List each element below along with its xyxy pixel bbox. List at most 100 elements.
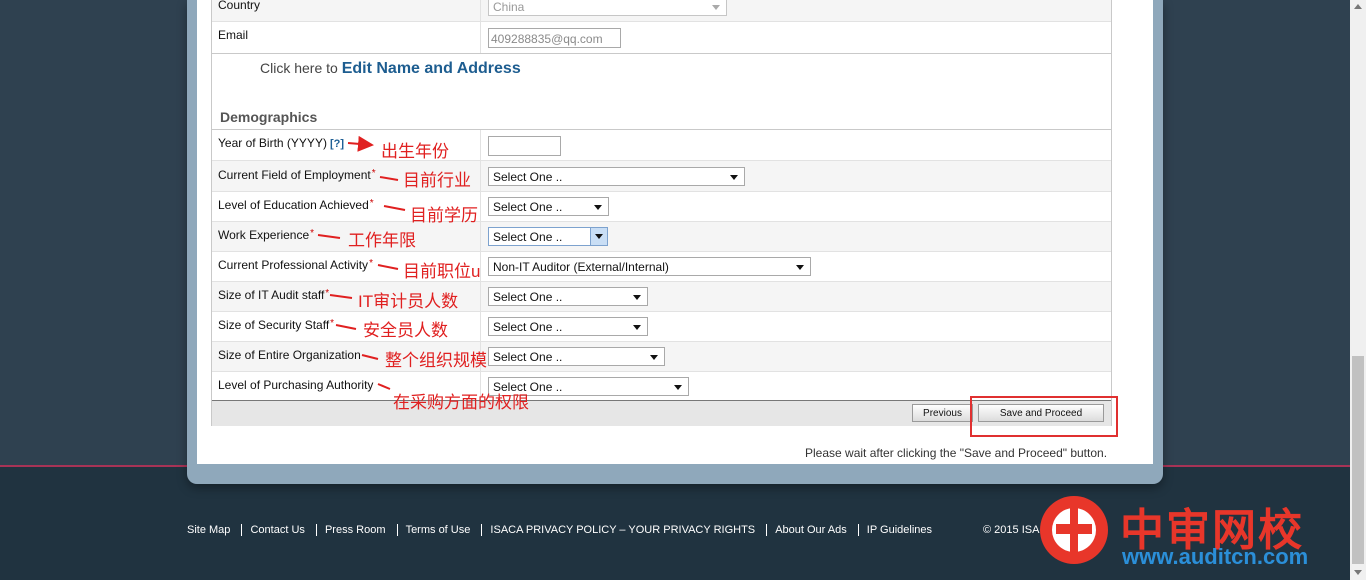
save-wait-note: Please wait after clicking the "Save and… — [805, 446, 1108, 460]
select-value: Select One .. — [493, 350, 563, 364]
cell-divider — [480, 312, 481, 341]
purchasing-authority-label: Level of Purchasing Authority — [218, 378, 374, 392]
it-audit-staff-label: Size of IT Audit staff* — [218, 288, 329, 302]
work-experience-select[interactable]: Select One .. — [488, 227, 608, 246]
field-of-employment-label: Current Field of Employment* — [218, 168, 376, 182]
footer-link-privacy-policy[interactable]: ISACA PRIVACY POLICY – YOUR PRIVACY RIGH… — [481, 524, 764, 536]
cell-divider — [480, 22, 481, 53]
it-audit-staff-select[interactable]: Select One .. — [488, 287, 648, 306]
security-staff-select[interactable]: Select One .. — [488, 317, 648, 336]
select-value: Non-IT Auditor (External/Internal) — [493, 260, 669, 274]
select-value: Select One .. — [493, 320, 563, 334]
annotation-note: IT审计员人数 — [358, 292, 459, 311]
field-label: Current Field of Employment — [218, 168, 371, 182]
field-of-employment-select[interactable]: Select One .. — [488, 167, 745, 186]
annotation-note: 工作年限 — [348, 231, 416, 250]
annotation-note: 目前行业 — [403, 171, 471, 190]
vertical-scrollbar[interactable] — [1350, 0, 1366, 580]
cell-divider — [480, 192, 481, 221]
email-row: Email 409288835@qq.com — [212, 22, 1111, 54]
education-select[interactable]: Select One .. — [488, 197, 609, 216]
scroll-down-arrow-icon[interactable] — [1354, 570, 1362, 575]
country-label: Country — [218, 0, 261, 12]
field-of-employment-row: Current Field of Employment* Select One … — [212, 161, 1111, 192]
annotation-note: 目前职位u — [403, 262, 481, 281]
chevron-down-icon — [730, 175, 738, 180]
cell-divider — [480, 0, 481, 21]
education-row: Level of Education Achieved* Select One … — [212, 192, 1111, 222]
country-value: China — [493, 0, 525, 14]
chevron-down-icon — [595, 234, 603, 239]
footer-link-site-map[interactable]: Site Map — [187, 524, 238, 536]
field-label: Level of Education Achieved — [218, 198, 369, 212]
edit-name-address-line: Click here to Edit Name and Address — [260, 60, 521, 78]
chevron-down-icon — [650, 355, 658, 360]
professional-activity-label: Current Professional Activity* — [218, 258, 373, 272]
year-of-birth-label: Year of Birth (YYYY) [?] — [218, 136, 344, 150]
field-label: Work Experience — [218, 228, 310, 242]
professional-activity-select[interactable]: Non-IT Auditor (External/Internal) — [488, 257, 811, 276]
required-marker: * — [325, 288, 330, 299]
chevron-down-icon — [633, 325, 641, 330]
select-value: Select One .. — [493, 290, 563, 304]
previous-button[interactable]: Previous — [912, 404, 973, 422]
professional-activity-row: Current Professional Activity* Non-IT Au… — [212, 252, 1111, 282]
year-of-birth-input[interactable] — [488, 136, 561, 156]
chevron-down-icon — [674, 385, 682, 390]
select-value: Select One .. — [493, 230, 563, 244]
chevron-down-icon — [633, 295, 641, 300]
footer-links: Site Map Contact Us Press Room Terms of … — [187, 524, 941, 536]
annotation-note: 安全员人数 — [363, 321, 448, 340]
select-value: Select One .. — [493, 200, 563, 214]
chevron-down-icon — [712, 5, 720, 10]
required-marker: * — [369, 198, 374, 209]
dropdown-button[interactable] — [590, 228, 607, 245]
annotation-note: 出生年份 — [381, 142, 449, 161]
profile-form: Country China Email 409288835@qq.com Cli… — [211, 0, 1112, 426]
highlight-box — [970, 396, 1118, 437]
annotation-note: 目前学历 — [410, 206, 478, 225]
country-select[interactable]: China — [488, 0, 727, 16]
education-label: Level of Education Achieved* — [218, 198, 374, 212]
required-marker: * — [369, 258, 373, 269]
section-title: Demographics — [220, 109, 318, 125]
email-value: 409288835@qq.com — [491, 32, 603, 46]
chevron-down-icon — [796, 265, 804, 270]
select-value: Select One .. — [493, 380, 563, 394]
organization-size-select[interactable]: Select One .. — [488, 347, 665, 366]
footer-link-ip-guidelines[interactable]: IP Guidelines — [857, 524, 941, 536]
chevron-down-icon — [594, 205, 602, 210]
email-label: Email — [218, 28, 249, 42]
field-label: Current Professional Activity — [218, 258, 369, 272]
scroll-up-arrow-icon[interactable] — [1354, 4, 1362, 9]
cell-divider — [480, 161, 481, 191]
work-experience-row: Work Experience* Select One .. — [212, 222, 1111, 252]
required-marker: * — [371, 168, 376, 179]
help-link[interactable]: [?] — [330, 138, 344, 150]
annotation-note: 在采购方面的权限 — [393, 393, 529, 412]
footer-link-about-our-ads[interactable]: About Our Ads — [766, 524, 855, 536]
field-label: Year of Birth (YYYY) — [218, 136, 327, 150]
required-marker: * — [310, 228, 315, 239]
footer-link-press-room[interactable]: Press Room — [315, 524, 394, 536]
watermark-logo: 中审网校 www.auditcn.com — [1036, 488, 1346, 574]
required-marker: * — [330, 318, 335, 329]
edit-name-address-link[interactable]: Edit Name and Address — [342, 60, 521, 77]
security-staff-row: Size of Security Staff* Select One .. — [212, 312, 1111, 342]
it-audit-staff-row: Size of IT Audit staff* Select One .. — [212, 282, 1111, 312]
edit-prefix-text: Click here to — [260, 60, 338, 76]
work-experience-label: Work Experience* — [218, 228, 314, 242]
watermark-emblem-icon — [1040, 496, 1108, 564]
email-field[interactable]: 409288835@qq.com — [488, 28, 621, 48]
year-of-birth-row: Year of Birth (YYYY) [?] — [212, 130, 1111, 161]
watermark-url: www.auditcn.com — [1122, 544, 1309, 569]
cell-divider — [480, 282, 481, 311]
scrollbar-thumb[interactable] — [1352, 356, 1364, 564]
cell-divider — [480, 130, 481, 160]
field-label: Size of Security Staff — [218, 318, 330, 332]
field-label: Size of IT Audit staff — [218, 288, 325, 302]
copyright-text: © 2015 ISA — [983, 524, 1040, 536]
footer-link-contact-us[interactable]: Contact Us — [241, 524, 313, 536]
footer-link-terms-of-use[interactable]: Terms of Use — [396, 524, 479, 536]
select-value: Select One .. — [493, 170, 563, 184]
